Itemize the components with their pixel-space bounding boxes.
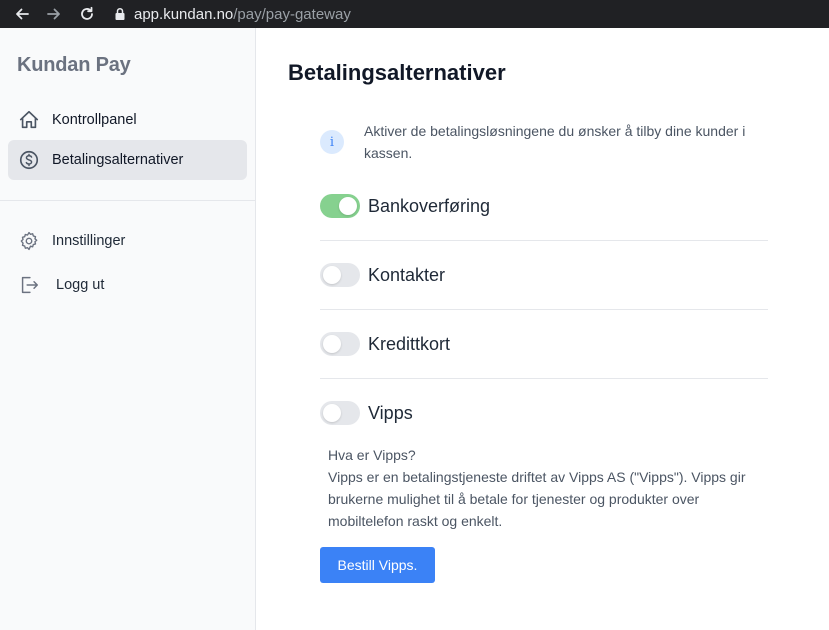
- back-button[interactable]: [11, 3, 33, 25]
- reload-button[interactable]: [76, 3, 98, 25]
- toggle-knob: [339, 197, 357, 215]
- sidebar-item-logout[interactable]: Logg ut: [8, 265, 247, 305]
- lock-icon: [112, 6, 128, 22]
- vipps-info: Hva er Vipps? Vipps er en betalingstjene…: [328, 444, 768, 532]
- logout-icon: [17, 273, 41, 297]
- sidebar-item-label: Betalingsalternativer: [52, 152, 184, 168]
- option-vipps: Vipps: [320, 401, 768, 425]
- sidebar-item-dashboard[interactable]: Kontrollpanel: [8, 100, 247, 140]
- option-divider: [320, 240, 768, 241]
- option-bank-transfer: Bankoverføring: [320, 194, 768, 218]
- brand-logo-text: Kundan Pay: [17, 54, 131, 76]
- option-label: Kontakter: [368, 264, 446, 285]
- bank-transfer-toggle[interactable]: [320, 194, 360, 218]
- dollar-circle-icon: [17, 148, 41, 172]
- vipps-heading: Hva er Vipps?: [328, 447, 416, 463]
- option-label: Vipps: [368, 402, 413, 423]
- vipps-description: Vipps er en betalingstjeneste driftet av…: [328, 469, 746, 529]
- option-label: Bankoverføring: [368, 195, 491, 216]
- gear-icon: [17, 229, 41, 253]
- main-content: Betalingsalternativer i Aktiver de betal…: [256, 28, 829, 630]
- contacts-toggle[interactable]: [320, 263, 360, 287]
- info-icon: i: [320, 130, 344, 154]
- reload-icon: [81, 6, 93, 20]
- vipps-toggle[interactable]: [320, 401, 360, 425]
- home-icon: [17, 108, 41, 132]
- option-label: Kredittkort: [368, 333, 451, 354]
- sidebar-item-payment-options[interactable]: Betalingsalternativer: [8, 140, 247, 180]
- credit-card-toggle[interactable]: [320, 332, 360, 356]
- sidebar-divider: [0, 200, 255, 201]
- option-divider: [320, 309, 768, 310]
- order-vipps-button[interactable]: Bestill Vipps.: [320, 547, 435, 583]
- toggle-knob: [323, 404, 341, 422]
- sidebar-item-label: Kontrollpanel: [52, 112, 137, 128]
- url-host: app.kundan.no: [134, 5, 234, 23]
- toggle-knob: [323, 335, 341, 353]
- arrow-left-icon: [16, 8, 29, 20]
- url-path: /pay/pay-gateway: [233, 5, 351, 23]
- forward-button[interactable]: [43, 3, 65, 25]
- option-credit-card: Kredittkort: [320, 332, 768, 356]
- sidebar-item-label: Logg ut: [56, 277, 105, 293]
- info-text: Aktiver de betalingsløsningene du ønsker…: [364, 123, 746, 161]
- option-contacts: Kontakter: [320, 263, 768, 287]
- sidebar-item-label: Innstillinger: [52, 233, 126, 249]
- browser-toolbar: app.kundan.no/pay/pay-gateway: [0, 0, 829, 28]
- address-bar[interactable]: app.kundan.no/pay/pay-gateway: [112, 6, 351, 23]
- toggle-knob: [323, 266, 341, 284]
- info-message: i Aktiver de betalingsløsningene du ønsk…: [320, 120, 770, 164]
- option-divider: [320, 378, 768, 379]
- sidebar-item-settings[interactable]: Innstillinger: [8, 221, 247, 261]
- arrow-right-icon: [47, 8, 60, 20]
- page-title: Betalingsalternativer: [288, 60, 506, 85]
- sidebar: Kundan Pay Kontrollpanel Betalingsaltern…: [0, 28, 256, 630]
